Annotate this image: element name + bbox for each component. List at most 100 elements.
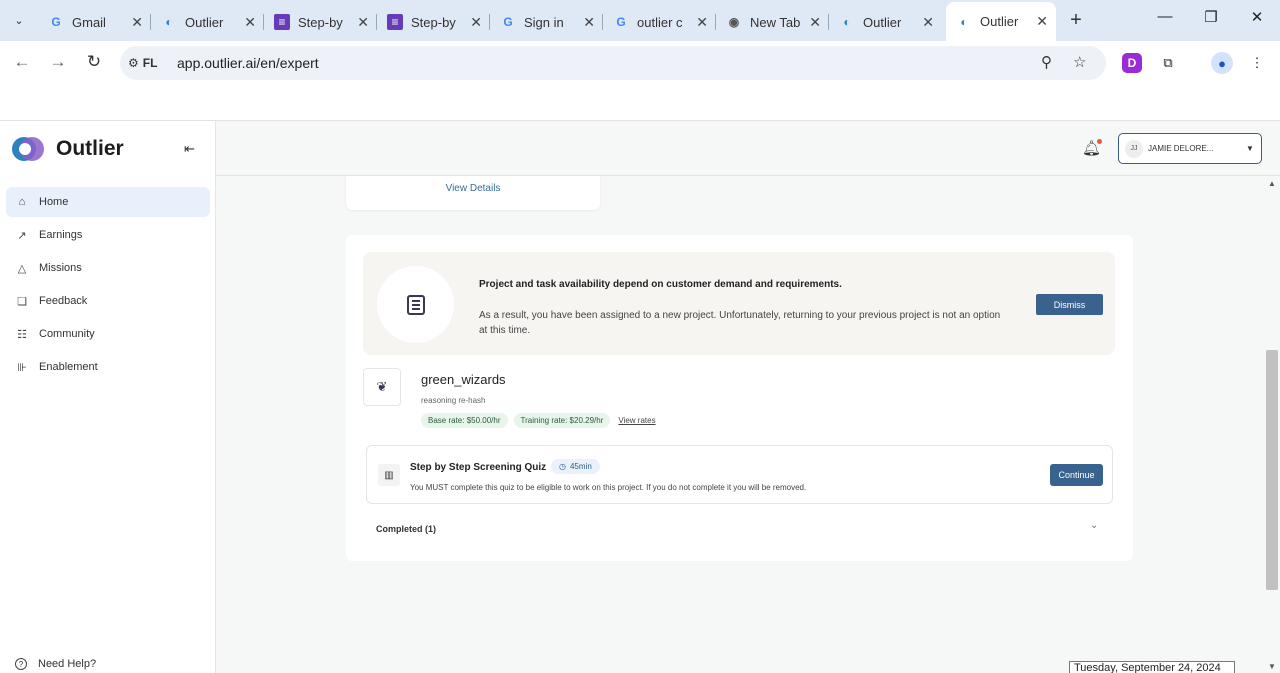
dismiss-button[interactable]: Dismiss bbox=[1036, 294, 1103, 315]
close-tab-icon[interactable]: ✕ bbox=[1036, 13, 1048, 30]
collapse-sidebar-icon[interactable]: ⇤ bbox=[184, 141, 195, 157]
tab-title: Sign in bbox=[524, 14, 564, 30]
menu-kebab-icon[interactable]: ⋮ bbox=[1247, 53, 1267, 73]
bookmarks-bar bbox=[0, 85, 1280, 121]
brand-logo[interactable]: Outlier bbox=[12, 137, 124, 161]
close-tab-icon[interactable]: ✕ bbox=[696, 14, 708, 31]
tab-title: Step-by bbox=[411, 14, 456, 30]
reload-icon[interactable]: ↻ bbox=[83, 52, 105, 72]
extension-d-icon[interactable]: D bbox=[1122, 53, 1142, 73]
sidebar-item-label: Earnings bbox=[39, 229, 83, 241]
previous-card: View Details bbox=[346, 176, 600, 210]
people-icon: ☷ bbox=[17, 328, 27, 341]
quiz-duration-badge: ◷ 45min bbox=[551, 459, 600, 474]
avatar: JJ bbox=[1125, 139, 1143, 158]
need-help-label: Need Help? bbox=[38, 658, 97, 670]
project-subtitle: reasoning re-hash bbox=[421, 396, 486, 405]
view-rates-link[interactable]: View rates bbox=[618, 416, 655, 425]
base-rate-badge: Base rate: $50.00/hr bbox=[421, 413, 508, 428]
sidebar-item-missions[interactable]: △ Missions bbox=[6, 253, 210, 283]
rates-row: Base rate: $50.00/hr Training rate: $20.… bbox=[421, 413, 656, 428]
tab-outlier-active[interactable]: ◐ Outlier ✕ bbox=[946, 2, 1056, 41]
tab-title: Step-by bbox=[298, 14, 343, 30]
google-icon: G bbox=[51, 15, 61, 29]
project-card: Project and task availability depend on … bbox=[346, 235, 1133, 561]
extensions-icon[interactable]: ⧉ bbox=[1158, 53, 1178, 73]
scroll-up-arrow-icon[interactable]: ▲ bbox=[1268, 179, 1276, 188]
new-tab-button[interactable]: + bbox=[1065, 9, 1087, 32]
tab-outlier[interactable]: ◐ Outlier ✕ bbox=[151, 6, 264, 38]
screening-quiz-row: ▥ Step by Step Screening Quiz ◷ 45min Yo… bbox=[366, 445, 1113, 504]
tab-title: Gmail bbox=[72, 14, 106, 30]
notice-icon-circle bbox=[377, 266, 454, 343]
project-name: green_wizards bbox=[421, 372, 506, 387]
tab-title: Outlier bbox=[980, 14, 1019, 29]
address-bar[interactable]: ⚙ FL app.outlier.ai/en/expert ⚲ ☆ bbox=[120, 46, 1106, 80]
bookmark-star-icon[interactable]: ☆ bbox=[1073, 53, 1086, 71]
notice-body: As a result, you have been assigned to a… bbox=[479, 310, 1001, 336]
tab-title: outlier c bbox=[637, 14, 683, 30]
sidebar-item-label: Missions bbox=[39, 262, 82, 274]
tab-gmail[interactable]: G Gmail ✕ bbox=[38, 6, 151, 38]
close-tab-icon[interactable]: ✕ bbox=[244, 14, 256, 31]
sidebar-item-label: Community bbox=[39, 328, 95, 340]
tab-outlier-search[interactable]: G outlier c ✕ bbox=[603, 6, 716, 38]
tab-sign-in[interactable]: G Sign in ✕ bbox=[490, 6, 603, 38]
date-tooltip: Tuesday, September 24, 2024 bbox=[1069, 661, 1235, 673]
sidebar: Outlier ⇤ ⌂ Home ↗ Earnings △ Missions ❏… bbox=[0, 121, 216, 673]
close-window-icon[interactable]: ✕ bbox=[1246, 8, 1268, 26]
continue-button[interactable]: Continue bbox=[1050, 464, 1103, 486]
clock-icon: ◷ bbox=[559, 462, 566, 471]
site-info-button[interactable]: ⚙ FL bbox=[128, 53, 157, 73]
tab-title: Outlier bbox=[185, 14, 224, 30]
chevron-down-icon[interactable]: ⌄ bbox=[1090, 520, 1098, 531]
scroll-down-arrow-icon[interactable]: ▼ bbox=[1268, 662, 1276, 671]
browser-toolbar: ← → ↻ ⚙ FL app.outlier.ai/en/expert ⚲ ☆ … bbox=[0, 41, 1280, 85]
zoom-icon[interactable]: ⚲ bbox=[1041, 53, 1052, 71]
sidebar-item-enablement[interactable]: ⊪ Enablement bbox=[6, 352, 210, 382]
close-tab-icon[interactable]: ✕ bbox=[922, 14, 934, 31]
close-tab-icon[interactable]: ✕ bbox=[470, 14, 482, 31]
outlier-icon: ◐ bbox=[165, 15, 173, 29]
need-help-link[interactable]: ? Need Help? bbox=[15, 658, 96, 670]
view-details-link[interactable]: View Details bbox=[346, 183, 600, 194]
tab-outlier[interactable]: ◐ Outlier ✕ bbox=[829, 6, 942, 38]
page-scrollbar[interactable]: ▲ ▼ bbox=[1264, 176, 1280, 673]
quiz-icon: ▥ bbox=[378, 464, 400, 486]
close-tab-icon[interactable]: ✕ bbox=[357, 14, 369, 31]
tab-step-by[interactable]: ≡ Step-by ✕ bbox=[377, 6, 490, 38]
tab-search-button[interactable]: ⌄ bbox=[6, 8, 32, 32]
url-text[interactable]: app.outlier.ai/en/expert bbox=[177, 55, 319, 71]
scroll-thumb[interactable] bbox=[1266, 350, 1278, 590]
sidebar-item-community[interactable]: ☷ Community bbox=[6, 319, 210, 349]
profile-avatar-icon[interactable]: ● bbox=[1211, 52, 1233, 74]
chat-icon: ❏ bbox=[17, 295, 27, 308]
quiz-duration: 45min bbox=[569, 462, 592, 471]
restore-icon[interactable]: ❐ bbox=[1200, 8, 1222, 26]
close-tab-icon[interactable]: ✕ bbox=[583, 14, 595, 31]
forward-icon[interactable]: → bbox=[47, 52, 69, 72]
back-icon[interactable]: ← bbox=[11, 52, 33, 72]
minimize-icon[interactable]: — bbox=[1154, 8, 1176, 25]
sidebar-item-feedback[interactable]: ❏ Feedback bbox=[6, 286, 210, 316]
browser-tab-strip: ⌄ G Gmail ✕ ◐ Outlier ✕ ≡ Step-by ✕ ≡ St… bbox=[0, 0, 1280, 41]
quiz-title: Step by Step Screening Quiz bbox=[410, 462, 547, 473]
help-icon: ? bbox=[15, 658, 27, 670]
user-menu-dropdown[interactable]: JJ JAMIE DELORE... ▼ bbox=[1118, 133, 1262, 164]
outlier-icon: ◐ bbox=[960, 14, 968, 29]
app-header: 🔔︎ JJ JAMIE DELORE... ▼ bbox=[216, 121, 1280, 176]
chart-icon: ↗ bbox=[17, 229, 27, 242]
sidebar-item-label: Enablement bbox=[39, 361, 98, 373]
forms-icon: ≡ bbox=[274, 14, 290, 30]
triangle-icon: △ bbox=[17, 262, 27, 275]
sidebar-item-home[interactable]: ⌂ Home bbox=[6, 187, 210, 217]
completed-section-toggle[interactable]: Completed (1) bbox=[376, 524, 436, 534]
close-tab-icon[interactable]: ✕ bbox=[131, 14, 143, 31]
tab-new-tab[interactable]: ◉ New Tab ✕ bbox=[716, 6, 829, 38]
availability-notice: Project and task availability depend on … bbox=[363, 252, 1115, 355]
google-icon: G bbox=[503, 15, 513, 29]
sidebar-item-earnings[interactable]: ↗ Earnings bbox=[6, 220, 210, 250]
close-tab-icon[interactable]: ✕ bbox=[809, 14, 821, 31]
tab-step-by[interactable]: ≡ Step-by ✕ bbox=[264, 6, 377, 38]
sidebar-item-label: Home bbox=[39, 196, 69, 208]
